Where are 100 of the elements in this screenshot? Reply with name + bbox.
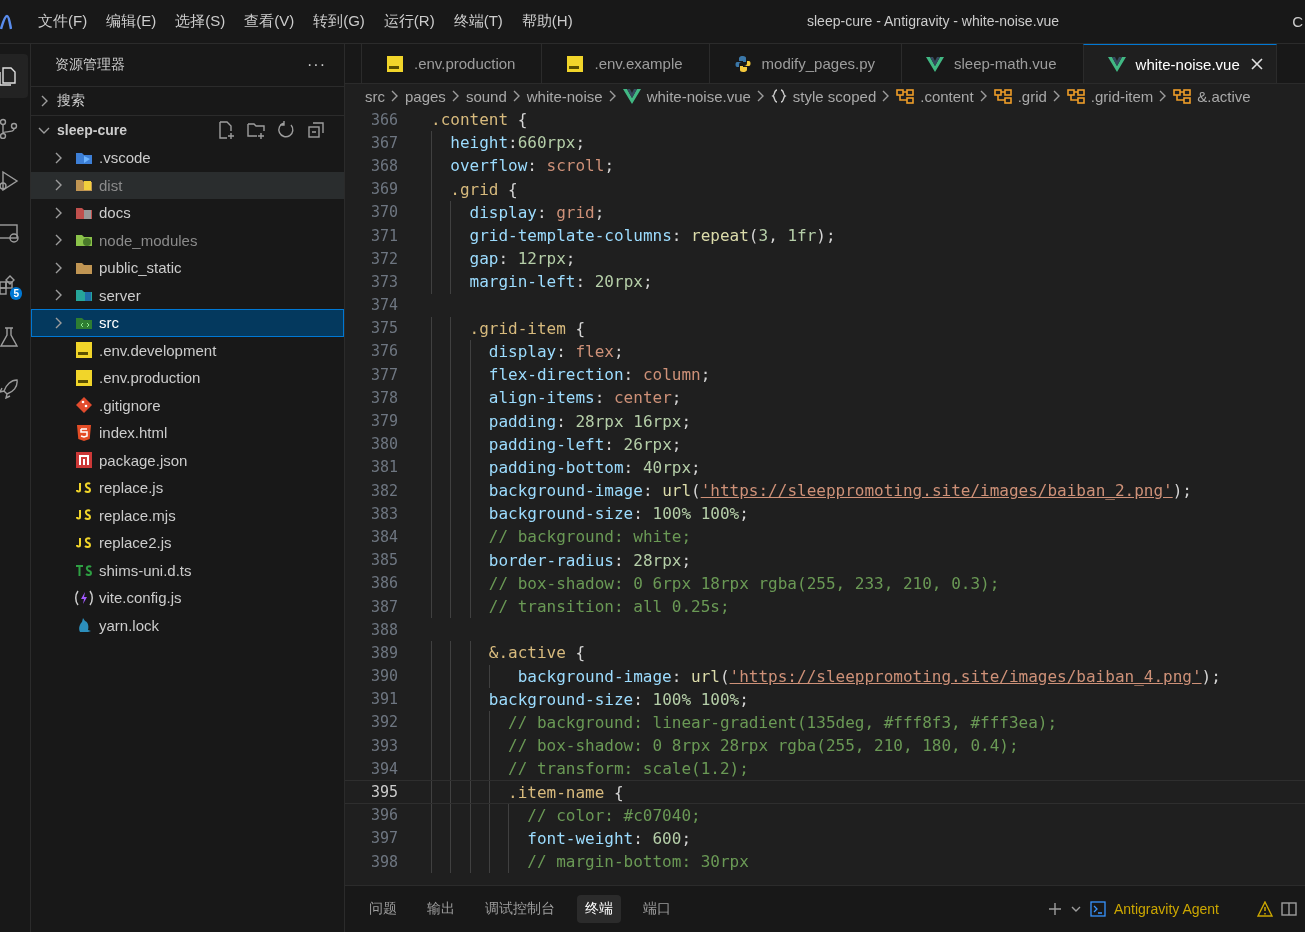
file-icon (386, 54, 404, 73)
panel-title: 资源管理器 (55, 56, 126, 74)
editor-tab[interactable]: .env.production (361, 44, 543, 83)
close-icon[interactable] (1249, 57, 1264, 71)
symbol-icon (1066, 88, 1085, 104)
file-tree-item[interactable]: package.json (31, 446, 344, 474)
line-number: 390 (369, 667, 398, 686)
file-tree-item[interactable]: src (31, 309, 344, 337)
panel-tab[interactable]: 端口 (635, 895, 679, 923)
file-tree-item[interactable]: server (31, 281, 344, 309)
line-number: 377 (369, 365, 398, 384)
activity-bar-item[interactable]: 5 (0, 262, 28, 306)
chevron-icon (755, 89, 766, 103)
editor-tab[interactable]: .env.example (541, 44, 710, 83)
file-tree-item[interactable]: yarn.lock (31, 611, 344, 639)
breadcrumb-item[interactable]: .grid-item (1066, 87, 1154, 105)
breadcrumb-item[interactable]: sound (465, 87, 507, 105)
file-tree-item[interactable]: .env.development (31, 336, 344, 364)
file-tree-item[interactable]: .vscode (31, 144, 344, 172)
code-line: font-weight: 600; (431, 826, 692, 850)
file-tree-item[interactable]: index.html (31, 419, 344, 447)
code-line: // box-shadow: 0 6rpx 18rpx rgba(255, 233, 210, 0.3); (431, 571, 1000, 595)
collapse-all-icon[interactable] (306, 120, 326, 140)
panel-tab[interactable]: 调试控制台 (477, 895, 563, 923)
plus-icon[interactable] (1047, 902, 1062, 916)
file-tree-item[interactable]: shims-uni.d.ts (31, 556, 344, 584)
code-line: height:660rpx; (431, 131, 586, 155)
menu-item[interactable]: 文件(F) (30, 12, 96, 31)
line-number: 384 (369, 527, 398, 546)
file-tree-item[interactable]: replace2.js (31, 529, 344, 557)
file-tree-item[interactable]: node_modules (31, 226, 344, 254)
remote-explorer-icon (0, 221, 19, 243)
code-line: .grid { (431, 177, 518, 201)
file-tree-item[interactable]: .gitignore (31, 391, 344, 419)
file-tree-item[interactable]: replace.js (31, 474, 344, 502)
code-line: background-image: url('https://sleeppromoting.site/images/baiban_4.png'); (431, 664, 1221, 688)
line-number: 385 (369, 551, 398, 570)
file-tree-item[interactable]: vite.config.js (31, 584, 344, 612)
warning-icon (1257, 901, 1273, 917)
code-line: // margin-bottom: 30rpx (431, 850, 749, 874)
app-logo-icon (0, 13, 12, 30)
code-line: padding-bottom: 40rpx; (431, 455, 701, 479)
code-line: // color: #c07040; (431, 803, 701, 827)
diamond-icon (75, 396, 93, 415)
line-number: 391 (369, 690, 398, 709)
code-line: &.active { (431, 641, 586, 665)
v-icon (926, 54, 944, 73)
folder-header[interactable]: sleep-cure (31, 115, 344, 144)
new-file-icon[interactable] (216, 120, 236, 140)
file-tree-item[interactable]: replace.mjs (31, 501, 344, 529)
breadcrumb-item[interactable]: .grid (993, 87, 1047, 105)
new-folder-icon[interactable] (246, 120, 266, 140)
menu-item[interactable]: 选择(S) (167, 12, 234, 31)
breadcrumb-item[interactable]: white-noise (526, 87, 603, 105)
panel-tab[interactable]: 终端 (577, 895, 621, 923)
chevron-icon (978, 89, 989, 103)
symbol-icon (896, 88, 915, 104)
editor-tab[interactable]: white-noise.vue (1082, 44, 1277, 83)
code-line: padding-left: 26rpx; (431, 432, 682, 456)
menu-item[interactable]: 终端(T) (445, 12, 511, 31)
breadcrumb-item[interactable]: pages (405, 87, 446, 105)
line-number: 372 (369, 249, 398, 268)
layout-icon[interactable] (1281, 901, 1297, 917)
menu-item[interactable]: 帮助(H) (513, 12, 581, 31)
file-tree-item[interactable]: docs (31, 199, 344, 227)
code-line: flex-direction: column; (431, 363, 711, 387)
code-line: overflow: scroll; (431, 154, 614, 178)
code-line: .item-name { (431, 781, 624, 803)
refresh-icon[interactable] (276, 120, 296, 140)
section-header[interactable]: 搜索 (31, 86, 344, 115)
file-tree-item[interactable]: dist (31, 171, 344, 199)
editor-tab[interactable]: modify_pages.py (708, 44, 902, 83)
menu-item[interactable]: 编辑(E) (98, 12, 165, 31)
more-actions-button[interactable]: ··· (307, 56, 326, 74)
menu-item[interactable]: 转到(G) (305, 12, 373, 31)
panel-tab[interactable]: 问题 (361, 895, 405, 923)
menu-item[interactable]: 运行(R) (375, 12, 443, 31)
file-tree-item[interactable]: public_static (31, 254, 344, 282)
line-number: 378 (369, 388, 398, 407)
breadcrumb-item[interactable]: style scoped (770, 87, 877, 105)
breadcrumb-item[interactable]: src (365, 87, 385, 105)
code-line: display: flex; (431, 339, 624, 364)
code-line: // transform: scale(1.2); (431, 757, 749, 781)
code-line: // transition: all 0.25s; (431, 594, 730, 619)
activity-bar-item[interactable] (0, 54, 28, 98)
files-icon (0, 65, 19, 87)
code-line: gap: 12rpx; (431, 247, 576, 271)
file-tree-item[interactable]: .env.production (31, 364, 344, 392)
line-number: 389 (369, 643, 398, 662)
breadcrumb-item[interactable]: &.active (1173, 87, 1251, 105)
terminal-icon[interactable] (1089, 901, 1106, 917)
code-line: padding: 28rpx 16rpx; (431, 409, 692, 433)
menu-item[interactable]: 查看(V) (236, 12, 303, 31)
line-number: 381 (369, 458, 398, 477)
terminal-name[interactable]: Antigravity Agent (1113, 901, 1219, 917)
breadcrumb-item[interactable]: white-noise.vue (622, 87, 751, 105)
line-number: 392 (369, 713, 398, 732)
line-number: 379 (369, 412, 398, 431)
panel-tab[interactable]: 输出 (419, 895, 463, 923)
breadcrumb-item[interactable]: .content (896, 87, 974, 105)
